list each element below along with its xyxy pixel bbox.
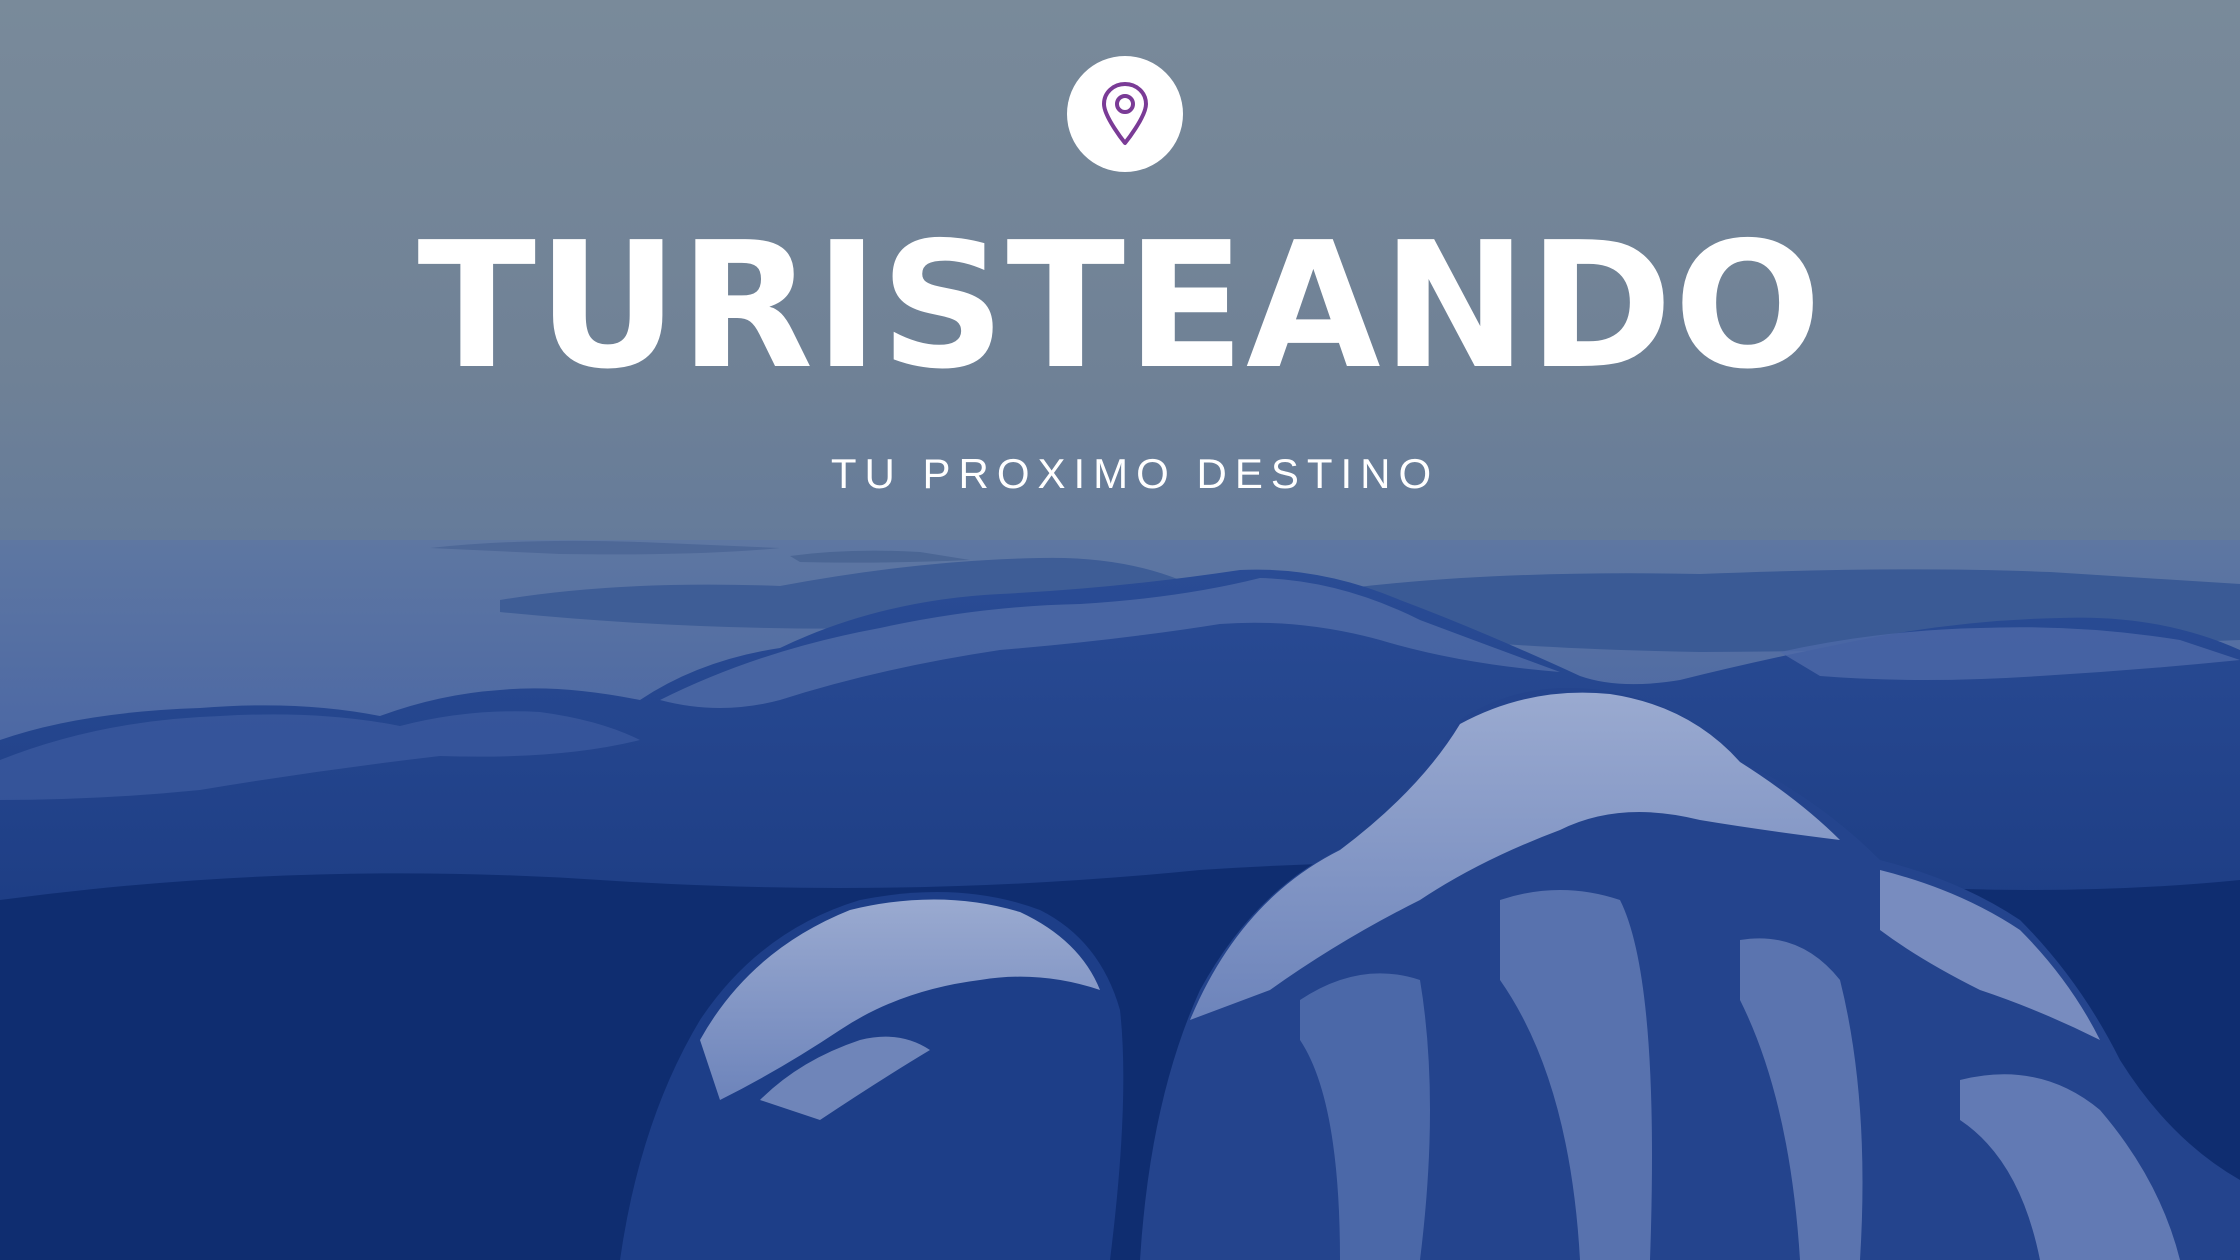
hero-banner: TURISTEANDO TU PROXIMO DESTINO — [0, 0, 2240, 1260]
mountain-background — [0, 0, 2240, 1260]
location-pin-icon — [1102, 82, 1148, 145]
page-title: TURISTEANDO — [417, 205, 1823, 408]
location-badge — [1067, 56, 1183, 172]
page-subtitle: TU PROXIMO DESTINO — [830, 450, 1440, 497]
